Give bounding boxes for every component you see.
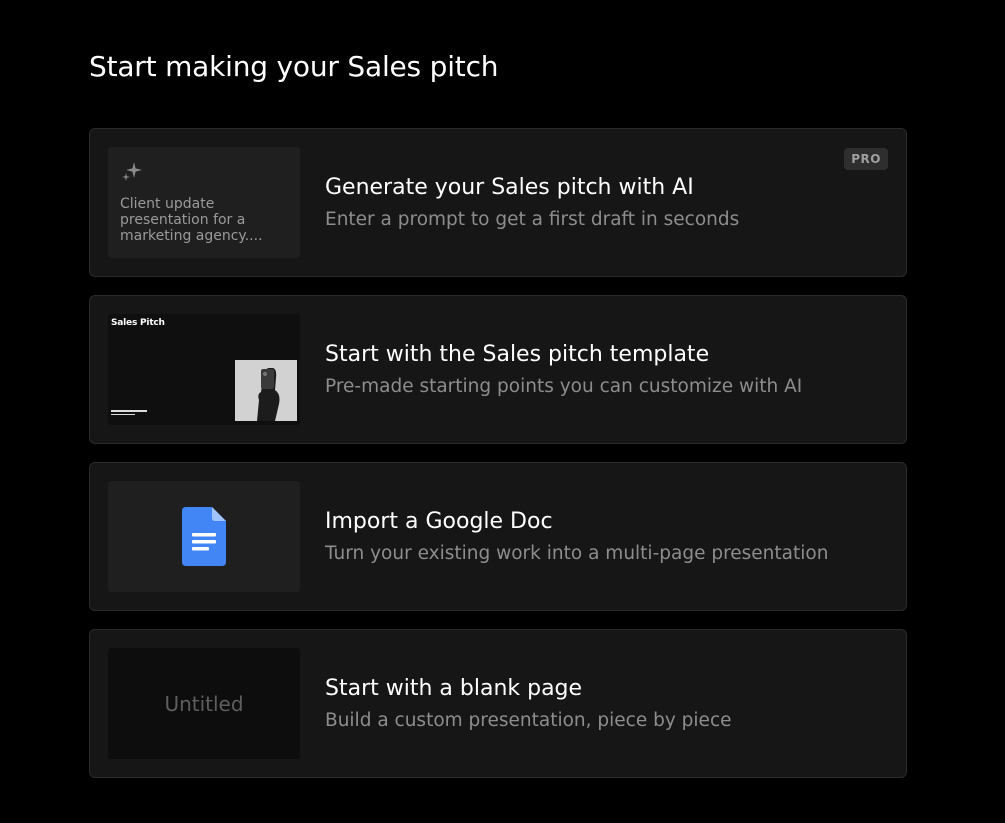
template-thumbnail: Sales Pitch (108, 314, 300, 425)
option-title: Generate your Sales pitch with AI (325, 175, 694, 200)
ai-thumbnail: Client update presentation for a marketi… (108, 147, 300, 258)
option-subtitle: Build a custom presentation, piece by pi… (325, 710, 732, 731)
options-list: Client update presentation for a marketi… (89, 128, 907, 796)
sparkle-icon (122, 162, 142, 181)
template-thumb-text-lines (111, 410, 147, 417)
blank-thumbnail: Untitled (108, 648, 300, 759)
option-blank-page[interactable]: Untitled Start with a blank page Build a… (89, 629, 907, 778)
card-text: Start with the Sales pitch template Pre-… (325, 341, 802, 399)
template-thumb-photo (235, 360, 297, 421)
google-doc-icon (182, 507, 226, 566)
option-subtitle: Enter a prompt to get a first draft in s… (325, 209, 740, 230)
option-import-google-doc[interactable]: Import a Google Doc Turn your existing w… (89, 462, 907, 611)
option-subtitle: Pre-made starting points you can customi… (325, 376, 803, 397)
google-doc-thumbnail (108, 481, 300, 592)
option-generate-with-ai[interactable]: Client update presentation for a marketi… (89, 128, 907, 277)
option-title: Import a Google Doc (325, 509, 553, 534)
page-title: Start making your Sales pitch (89, 50, 499, 83)
card-text: Import a Google Doc Turn your existing w… (325, 508, 828, 566)
option-title: Start with a blank page (325, 676, 583, 701)
option-subtitle: Turn your existing work into a multi-pag… (325, 543, 829, 564)
option-sales-pitch-template[interactable]: Sales Pitch Start with the Sales pitch t… (89, 295, 907, 444)
page: Start making your Sales pitch Client upd… (0, 0, 1005, 823)
template-thumb-title: Sales Pitch (111, 318, 165, 328)
hand-holding-phone-image (235, 360, 297, 421)
ai-prompt-preview: Client update presentation for a marketi… (120, 196, 263, 244)
card-text: Start with a blank page Build a custom p… (325, 675, 732, 733)
option-title: Start with the Sales pitch template (325, 342, 710, 367)
untitled-label: Untitled (164, 691, 244, 716)
pro-badge: PRO (844, 148, 888, 170)
card-text: Generate your Sales pitch with AI Enter … (325, 174, 739, 232)
